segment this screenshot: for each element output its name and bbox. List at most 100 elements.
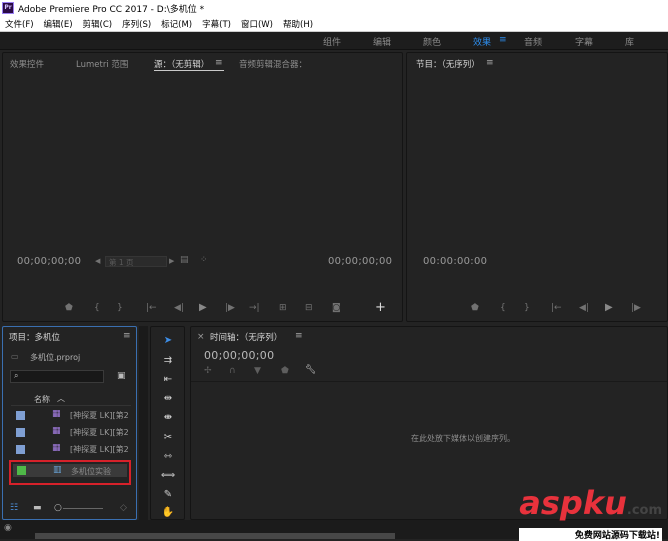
close-tab-icon[interactable]: × (197, 332, 205, 342)
insert-icon[interactable]: ⊞ (279, 303, 287, 313)
menu-help[interactable]: 帮助(H) (278, 18, 318, 30)
project-menu-icon[interactable]: ≡ (123, 331, 131, 341)
source-menu-icon[interactable]: ≡ (215, 58, 223, 68)
slide-tool-icon[interactable]: ⟺ (158, 470, 178, 481)
status-scroll-track[interactable] (35, 533, 395, 539)
program-step-back-icon[interactable]: ◀| (579, 303, 589, 313)
page-select[interactable]: 第 1 页 (105, 256, 167, 267)
tab-source[interactable]: 源：（无剪辑） (154, 58, 209, 70)
watermark-tld: .com (626, 503, 662, 518)
linked-selection-icon[interactable]: ∩ (229, 366, 236, 376)
mark-out-icon[interactable]: } (117, 303, 123, 313)
zoom-slider-track[interactable] (63, 508, 103, 509)
project-search-input[interactable]: ⌕ (10, 370, 104, 383)
program-menu-icon[interactable]: ≡ (486, 58, 494, 68)
zoom-slider-knob-icon[interactable]: ○ (54, 503, 62, 513)
list-view-icon[interactable]: ☷ (10, 503, 18, 513)
program-go-to-in-icon[interactable]: |← (551, 303, 562, 313)
ripple-edit-tool-icon[interactable]: ⇤ (158, 374, 178, 385)
window-title: Adobe Premiere Pro CC 2017 - D:\多机位 * (18, 4, 205, 15)
program-mark-out-icon[interactable]: } (524, 303, 530, 313)
hand-tool-icon[interactable]: ✋ (158, 507, 178, 518)
project-item[interactable]: ▦ [神探夏 LK][第2 (9, 408, 131, 423)
timeline-timecode[interactable]: 00;00;00;00 (204, 349, 274, 362)
rate-stretch-tool-icon[interactable]: ⇼ (158, 412, 178, 423)
workspace-effects[interactable]: 效果 (473, 35, 491, 48)
project-item-label: 多机位实验 (71, 467, 111, 476)
marker-icon[interactable]: ⬟ (281, 366, 289, 376)
tab-program[interactable]: 节目：（无序列） (416, 58, 480, 70)
workspace-libraries[interactable]: 库 (625, 35, 634, 48)
wrench-icon[interactable]: 🔧︎ (305, 365, 316, 375)
program-timecode[interactable]: 00:00:00:00 (423, 256, 487, 267)
project-item[interactable]: ▦ [神探夏 LK][第2 (9, 425, 131, 440)
project-item-selected[interactable]: ▥ 多机位实验 (9, 460, 131, 485)
timeline-menu-icon[interactable]: ≡ (295, 331, 303, 341)
label-color-swatch (16, 445, 25, 454)
mark-in-icon[interactable]: { (94, 303, 100, 313)
program-mark-in-icon[interactable]: { (500, 303, 506, 313)
workspace-editing[interactable]: 编辑 (373, 35, 391, 48)
export-frame-icon[interactable]: ◙ (332, 303, 341, 313)
rolling-edit-tool-icon[interactable]: ⇹ (158, 393, 178, 404)
panel-scrollbar[interactable] (139, 326, 148, 520)
status-icon: ◉ (4, 523, 12, 533)
program-step-forward-icon[interactable]: |▶ (631, 303, 641, 313)
timeline-title[interactable]: 时间轴：（无序列） (210, 331, 282, 343)
premiere-logo-icon: Pr (2, 2, 14, 14)
selection-tool-icon[interactable]: ➤ (158, 335, 178, 346)
play-icon[interactable]: ▶ (199, 302, 207, 313)
tab-effect-controls[interactable]: 效果控件 (10, 58, 44, 70)
razor-tool-icon[interactable]: ✂ (158, 432, 178, 443)
menu-marker[interactable]: 标记(M) (156, 18, 197, 30)
pen-tool-icon[interactable]: ✎ (158, 489, 178, 500)
menu-edit[interactable]: 编辑(E) (39, 18, 78, 30)
add-marker-timeline-icon[interactable]: ▼ (254, 366, 261, 376)
new-bin-icon[interactable]: ▣ (117, 371, 126, 381)
column-header-row: 名称 ︿ (11, 393, 131, 406)
program-add-marker-icon[interactable]: ⬟ (471, 303, 479, 313)
tools-panel: ➤ ⇉ ⇤ ⇹ ⇼ ✂ ⇿ ⟺ ✎ ✋ (150, 326, 185, 520)
settings-square-icon[interactable]: ▤ (180, 255, 189, 265)
project-file-name: 多机位.prproj (30, 353, 81, 362)
menu-title[interactable]: 字幕(T) (197, 18, 236, 30)
column-header-name[interactable]: 名称 (34, 394, 50, 405)
add-marker-icon[interactable]: ⬟ (65, 303, 73, 313)
workspace-menu-icon[interactable]: ≡ (499, 35, 507, 45)
program-play-icon[interactable]: ▶ (605, 302, 613, 313)
workspace-audio[interactable]: 音频 (524, 35, 542, 48)
workspace-titles[interactable]: 字幕 (575, 35, 593, 48)
sequence-clip-icon: ▦ (52, 443, 61, 453)
source-monitor-panel: 效果控件 Lumetri 范围 源：（无剪辑） ≡ 音频剪辑混合器： 00;00… (2, 52, 403, 322)
snap-icon[interactable]: ✢ (204, 366, 212, 376)
tab-lumetri-scopes[interactable]: Lumetri 范围 (76, 58, 128, 70)
menu-sequence[interactable]: 序列(S) (117, 18, 156, 30)
waveform-icon[interactable]: ⁘ (200, 255, 208, 265)
sequence-clip-icon: ▦ (52, 426, 61, 436)
slip-tool-icon[interactable]: ⇿ (158, 451, 178, 462)
overwrite-icon[interactable]: ⊟ (305, 303, 313, 313)
go-to-out-icon[interactable]: →| (249, 303, 260, 313)
project-item[interactable]: ▦ [神探夏 LK][第2 (9, 442, 131, 457)
label-color-swatch (16, 411, 25, 420)
watermark-brand: aspku.com (519, 486, 662, 528)
step-forward-icon[interactable]: |▶ (225, 303, 235, 313)
project-panel-title[interactable]: 项目：多机位 (9, 331, 60, 343)
menu-window[interactable]: 窗口(W) (236, 18, 278, 30)
button-editor-plus-icon[interactable]: + (375, 300, 386, 315)
sort-ascending-icon[interactable]: ︿ (57, 393, 65, 404)
prev-page-icon[interactable]: ◀ (95, 257, 100, 265)
menu-file[interactable]: 文件(F) (0, 18, 39, 30)
source-timecode-left[interactable]: 00;00;00;00 (17, 256, 81, 267)
track-select-tool-icon[interactable]: ⇉ (158, 355, 178, 366)
menu-clip[interactable]: 剪辑(C) (78, 18, 118, 30)
source-timecode-right[interactable]: 00;00;00;00 (328, 256, 392, 267)
step-back-icon[interactable]: ◀| (174, 303, 184, 313)
workspace-color[interactable]: 颜色 (423, 35, 441, 48)
workspace-assembly[interactable]: 组件 (323, 35, 341, 48)
sort-icon[interactable]: ◇ (120, 503, 127, 513)
go-to-in-icon[interactable]: |← (146, 303, 157, 313)
next-page-icon[interactable]: ▶ (169, 257, 174, 265)
icon-view-icon[interactable]: ▬ (33, 503, 42, 513)
tab-audio-clip-mixer[interactable]: 音频剪辑混合器： (239, 58, 307, 70)
